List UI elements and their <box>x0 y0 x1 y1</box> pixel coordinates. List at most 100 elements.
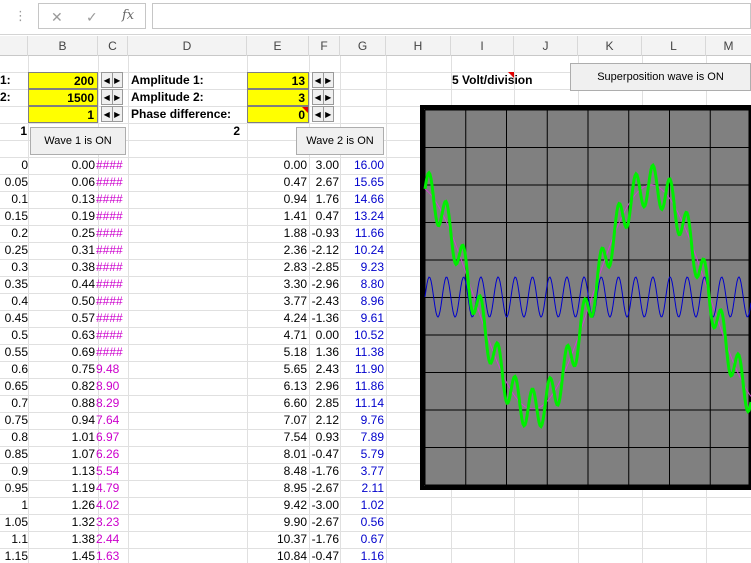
column-header-B[interactable]: B <box>28 36 98 56</box>
table-cell[interactable]: 0.88 <box>28 395 95 412</box>
table-cell[interactable]: 0.50 <box>28 293 95 310</box>
table-cell[interactable]: 10.37 <box>247 531 307 548</box>
table-cell[interactable]: 11.90 <box>340 361 384 378</box>
table-cell[interactable]: #### <box>96 174 128 191</box>
right-arrow-icon[interactable]: ▶ <box>324 90 334 104</box>
table-cell[interactable]: 0.35 <box>0 276 28 293</box>
table-cell[interactable]: 16.00 <box>340 157 384 174</box>
amp1-spinner[interactable]: ◀ ▶ <box>312 72 334 88</box>
table-cell[interactable]: 0.4 <box>0 293 28 310</box>
table-cell[interactable]: 0.7 <box>0 395 28 412</box>
table-cell[interactable]: 0.47 <box>247 174 307 191</box>
table-cell[interactable]: 0.45 <box>0 310 28 327</box>
table-cell[interactable]: 2.96 <box>309 378 339 395</box>
table-cell[interactable]: 9.48 <box>96 361 128 378</box>
table-cell[interactable]: 8.90 <box>96 378 128 395</box>
table-cell[interactable]: #### <box>96 327 128 344</box>
table-cell[interactable]: 0.56 <box>340 514 384 531</box>
table-cell[interactable]: 5.65 <box>247 361 307 378</box>
table-cell[interactable]: 2.44 <box>96 531 128 548</box>
table-cell[interactable]: 13.24 <box>340 208 384 225</box>
table-cell[interactable]: 9.23 <box>340 259 384 276</box>
oscilloscope-chart[interactable] <box>420 105 751 490</box>
comment-indicator[interactable] <box>302 107 308 113</box>
phase-spinner[interactable]: ◀ ▶ <box>312 106 334 122</box>
table-cell[interactable]: -2.12 <box>309 242 339 259</box>
cancel-icon[interactable]: ✕ <box>51 9 63 26</box>
freq2-spinner[interactable]: ◀ ▶ <box>101 89 123 105</box>
table-cell[interactable]: 2.36 <box>247 242 307 259</box>
table-cell[interactable]: -1.36 <box>309 310 339 327</box>
table-cell[interactable]: -2.96 <box>309 276 339 293</box>
table-cell[interactable]: 6.13 <box>247 378 307 395</box>
table-cell[interactable]: 3.77 <box>247 293 307 310</box>
table-cell[interactable]: 0.6 <box>0 361 28 378</box>
column-header-G[interactable]: G <box>340 36 386 56</box>
table-cell[interactable]: 7.64 <box>96 412 128 429</box>
more-options-icon[interactable]: ⋮ <box>14 8 27 24</box>
table-cell[interactable]: 1.02 <box>340 497 384 514</box>
table-cell[interactable]: 0.15 <box>0 208 28 225</box>
left-arrow-icon[interactable]: ◀ <box>102 90 113 104</box>
table-cell[interactable]: 11.38 <box>340 344 384 361</box>
table-cell[interactable]: 6.60 <box>247 395 307 412</box>
table-cell[interactable]: 6.26 <box>96 446 128 463</box>
table-cell[interactable]: 0.9 <box>0 463 28 480</box>
table-cell[interactable]: 3.23 <box>96 514 128 531</box>
table-cell[interactable]: 2.11 <box>340 480 384 497</box>
table-cell[interactable]: -0.93 <box>309 225 339 242</box>
table-cell[interactable]: 0.1 <box>0 191 28 208</box>
table-cell[interactable]: 1.13 <box>28 463 95 480</box>
table-cell[interactable]: 9.76 <box>340 412 384 429</box>
table-cell[interactable]: 0.8 <box>0 429 28 446</box>
table-cell[interactable]: 3.77 <box>340 463 384 480</box>
table-cell[interactable]: 0.57 <box>28 310 95 327</box>
table-cell[interactable]: 0.67 <box>340 531 384 548</box>
column-header-F[interactable]: F <box>309 36 340 56</box>
table-cell[interactable]: 1.32 <box>28 514 95 531</box>
phase-difference-cell[interactable]: 0 <box>247 106 309 123</box>
table-cell[interactable]: 1.45 <box>28 548 95 563</box>
table-cell[interactable]: 0.94 <box>247 191 307 208</box>
table-cell[interactable]: 7.07 <box>247 412 307 429</box>
left-arrow-icon[interactable]: ◀ <box>313 73 324 87</box>
table-cell[interactable]: 7.89 <box>340 429 384 446</box>
table-cell[interactable]: 0.55 <box>0 344 28 361</box>
table-cell[interactable]: -2.43 <box>309 293 339 310</box>
table-cell[interactable]: 0.38 <box>28 259 95 276</box>
table-cell[interactable]: 1.36 <box>309 344 339 361</box>
table-cell[interactable]: 0.00 <box>309 327 339 344</box>
table-cell[interactable]: 8.96 <box>340 293 384 310</box>
table-cell[interactable]: 8.29 <box>96 395 128 412</box>
amplitude2-cell[interactable]: 3 <box>247 89 309 106</box>
table-cell[interactable]: 10.84 <box>247 548 307 563</box>
table-cell[interactable]: 3.00 <box>309 157 339 174</box>
table-cell[interactable]: 7.54 <box>247 429 307 446</box>
table-cell[interactable]: 0.44 <box>28 276 95 293</box>
comment-indicator[interactable] <box>508 72 514 78</box>
table-cell[interactable]: 0.47 <box>309 208 339 225</box>
table-cell[interactable]: 0.75 <box>0 412 28 429</box>
left-arrow-icon[interactable]: ◀ <box>102 107 113 121</box>
column-header-J[interactable]: J <box>514 36 578 56</box>
column-header-M[interactable]: M <box>706 36 751 56</box>
table-cell[interactable]: 0.75 <box>28 361 95 378</box>
table-cell[interactable]: 4.24 <box>247 310 307 327</box>
table-cell[interactable]: 1.26 <box>28 497 95 514</box>
amp2-spinner[interactable]: ◀ ▶ <box>312 89 334 105</box>
table-cell[interactable]: #### <box>96 310 128 327</box>
table-cell[interactable]: -2.67 <box>309 514 339 531</box>
table-cell[interactable]: 1.1 <box>0 531 28 548</box>
table-cell[interactable]: 1.05 <box>0 514 28 531</box>
table-cell[interactable]: 1.07 <box>28 446 95 463</box>
table-cell[interactable]: 0.95 <box>0 480 28 497</box>
table-cell[interactable]: 1.41 <box>247 208 307 225</box>
table-cell[interactable]: 4.71 <box>247 327 307 344</box>
table-cell[interactable]: 0.00 <box>28 157 95 174</box>
table-cell[interactable]: -3.00 <box>309 497 339 514</box>
table-cell[interactable]: 0.00 <box>247 157 307 174</box>
table-cell[interactable]: 0.5 <box>0 327 28 344</box>
table-cell[interactable]: 0.82 <box>28 378 95 395</box>
table-cell[interactable]: #### <box>96 276 128 293</box>
table-cell[interactable]: -2.67 <box>309 480 339 497</box>
